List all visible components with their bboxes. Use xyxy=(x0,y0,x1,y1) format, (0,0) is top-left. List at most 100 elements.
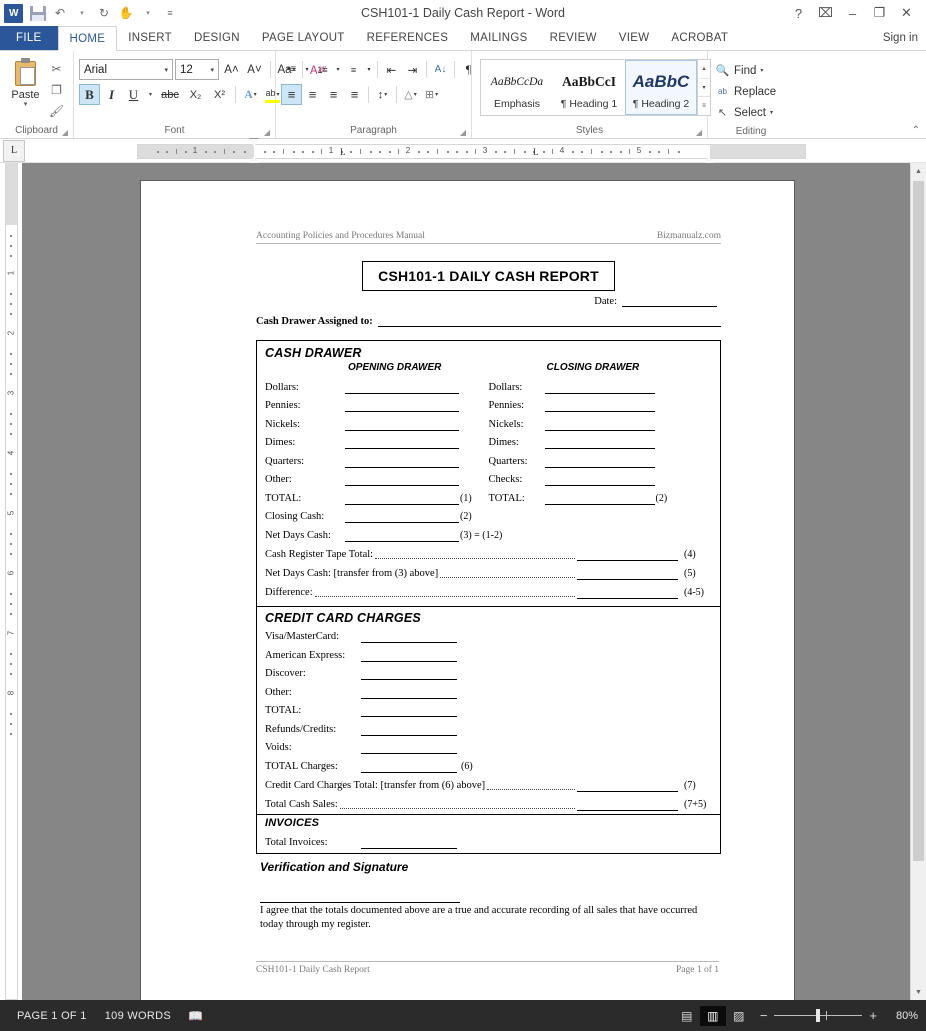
date-blank-line[interactable] xyxy=(622,296,717,307)
help-icon[interactable]: ? xyxy=(785,2,812,24)
cc-refunds-line[interactable] xyxy=(361,724,457,736)
collapse-ribbon-icon[interactable]: ⌃ xyxy=(912,125,920,136)
minimize-icon[interactable]: – xyxy=(839,2,866,24)
clipboard-dialog-launcher-icon[interactable]: ◢ xyxy=(62,125,68,140)
tab-home[interactable]: HOME xyxy=(58,26,118,51)
cc-charges-total-line[interactable] xyxy=(577,780,678,792)
tab-review[interactable]: REVIEW xyxy=(539,26,608,50)
line-spacing-button[interactable]: ↕▾ xyxy=(372,84,393,105)
sort-button[interactable]: A↓ xyxy=(430,59,451,80)
numbering-button[interactable]: 1≡ xyxy=(312,59,333,80)
close-icon[interactable]: ✕ xyxy=(893,2,920,24)
cc-total-line[interactable] xyxy=(361,705,457,717)
touch-mode-icon[interactable]: ✋ xyxy=(116,3,136,23)
multilevel-caret-icon[interactable]: ▾ xyxy=(364,59,374,80)
paste-dropdown-caret[interactable]: ▾ xyxy=(24,101,28,109)
styles-gallery[interactable]: AaBbCcDa Emphasis AaBbCcI ¶ Heading 1 Aa… xyxy=(480,59,711,116)
closing-quarters-line[interactable] xyxy=(545,456,655,468)
font-name-combo[interactable]: Arial ▾ xyxy=(79,59,173,80)
signature-line[interactable] xyxy=(260,881,460,903)
print-layout-button[interactable]: ▥ xyxy=(700,1006,726,1026)
zoom-in-button[interactable]: + xyxy=(869,1008,877,1023)
opening-nickels-line[interactable] xyxy=(345,419,459,431)
undo-dropdown-icon[interactable]: ▾ xyxy=(72,3,92,23)
ruler-tab-stop-icon-2[interactable]: L xyxy=(533,147,539,157)
select-button[interactable]: ↖ Select ▾ xyxy=(713,103,773,122)
cash-register-tape-line[interactable] xyxy=(577,549,678,561)
format-painter-icon[interactable]: 🖌 xyxy=(48,102,65,119)
tab-design[interactable]: DESIGN xyxy=(183,26,251,50)
scrollbar-thumb[interactable] xyxy=(913,181,924,861)
word-count-status[interactable]: 109 WORDS xyxy=(96,1010,180,1022)
grow-font-icon[interactable]: A˄ xyxy=(221,59,242,80)
read-mode-button[interactable]: ▤ xyxy=(674,1006,700,1026)
document-page[interactable]: Accounting Policies and Procedures Manua… xyxy=(141,181,794,1000)
align-center-button[interactable]: ≡ xyxy=(302,84,323,105)
font-size-caret-icon[interactable]: ▾ xyxy=(206,66,218,74)
increase-indent-button[interactable]: ⇥ xyxy=(402,59,423,80)
cc-visa-line[interactable] xyxy=(361,631,457,643)
scroll-down-icon[interactable]: ▼ xyxy=(911,984,926,1000)
page-count-status[interactable]: PAGE 1 OF 1 xyxy=(8,1010,96,1022)
multilevel-list-button[interactable]: ≡ xyxy=(343,59,364,80)
style-heading-1[interactable]: AaBbCcI ¶ Heading 1 xyxy=(553,60,625,115)
ruler-tab-stop-icon[interactable]: L xyxy=(340,147,346,157)
closing-checks-line[interactable] xyxy=(545,474,655,486)
text-effects-button[interactable]: A▾ xyxy=(240,84,261,105)
opening-total-line[interactable] xyxy=(345,493,459,505)
closing-total-line[interactable] xyxy=(545,493,655,505)
font-size-combo[interactable]: 12 ▾ xyxy=(175,59,219,80)
align-left-button[interactable]: ≡ xyxy=(281,84,302,105)
zoom-slider-thumb[interactable] xyxy=(816,1009,820,1022)
first-line-indent-marker[interactable] xyxy=(249,139,259,147)
zoom-slider[interactable] xyxy=(774,1015,862,1016)
subscript-button[interactable]: X₂ xyxy=(184,84,207,105)
find-caret-icon[interactable]: ▾ xyxy=(760,67,763,74)
net-days-cash-line[interactable] xyxy=(345,530,459,542)
opening-dollars-line[interactable] xyxy=(345,382,459,394)
style-emphasis[interactable]: AaBbCcDa Emphasis xyxy=(481,60,553,115)
vertical-ruler[interactable]: 1 2 3 4 5 6 7 8 xyxy=(0,163,22,1000)
difference-line[interactable] xyxy=(577,587,678,599)
select-caret-icon[interactable]: ▾ xyxy=(770,109,773,116)
copy-icon[interactable]: ❐ xyxy=(48,81,65,98)
strikethrough-button[interactable]: abc xyxy=(157,84,183,105)
tab-mailings[interactable]: MAILINGS xyxy=(459,26,538,50)
opening-quarters-line[interactable] xyxy=(345,456,459,468)
cc-voids-line[interactable] xyxy=(361,742,457,754)
style-heading-2[interactable]: AaBbC ¶ Heading 2 xyxy=(625,60,697,115)
tab-file[interactable]: FILE xyxy=(0,26,58,50)
closing-dollars-line[interactable] xyxy=(545,382,655,394)
justify-button[interactable]: ≡ xyxy=(344,84,365,105)
closing-dimes-line[interactable] xyxy=(545,437,655,449)
vertical-scrollbar[interactable]: ▲ ▼ xyxy=(910,163,926,1000)
sign-in-button[interactable]: Sign in xyxy=(875,26,926,50)
tab-page-layout[interactable]: PAGE LAYOUT xyxy=(251,26,356,50)
redo-icon[interactable]: ↻ xyxy=(94,3,114,23)
proofing-errors-icon[interactable]: 📖 xyxy=(180,1009,211,1023)
font-name-caret-icon[interactable]: ▾ xyxy=(160,66,172,74)
closing-cash-line[interactable] xyxy=(345,511,459,523)
decrease-indent-button[interactable]: ⇤ xyxy=(381,59,402,80)
tab-acrobat[interactable]: ACROBAT xyxy=(660,26,739,50)
shading-button[interactable]: △▾ xyxy=(400,84,421,105)
paragraph-dialog-launcher-icon[interactable]: ◢ xyxy=(460,125,466,140)
customize-qat-icon[interactable]: ≡ xyxy=(160,3,180,23)
tab-references[interactable]: REFERENCES xyxy=(356,26,460,50)
paste-button[interactable]: Paste ▾ xyxy=(5,56,46,109)
shrink-font-icon[interactable]: A˅ xyxy=(244,59,265,80)
maximize-icon[interactable]: ❐ xyxy=(866,2,893,24)
styles-dialog-launcher-icon[interactable]: ◢ xyxy=(696,125,702,140)
replace-button[interactable]: ab Replace xyxy=(713,82,776,101)
find-button[interactable]: 🔍 Find ▾ xyxy=(713,61,763,80)
undo-icon[interactable]: ↶ xyxy=(50,3,70,23)
web-layout-button[interactable]: ▨ xyxy=(726,1006,752,1026)
closing-pennies-line[interactable] xyxy=(545,400,655,412)
save-icon[interactable] xyxy=(28,3,48,23)
bullets-button[interactable]: •≡ xyxy=(281,59,302,80)
cc-amex-line[interactable] xyxy=(361,650,457,662)
opening-dimes-line[interactable] xyxy=(345,437,459,449)
underline-caret-icon[interactable]: ▾ xyxy=(145,84,156,105)
net-days-cash-transfer-line[interactable] xyxy=(577,568,678,580)
touch-mode-dropdown-icon[interactable]: ▾ xyxy=(138,3,158,23)
